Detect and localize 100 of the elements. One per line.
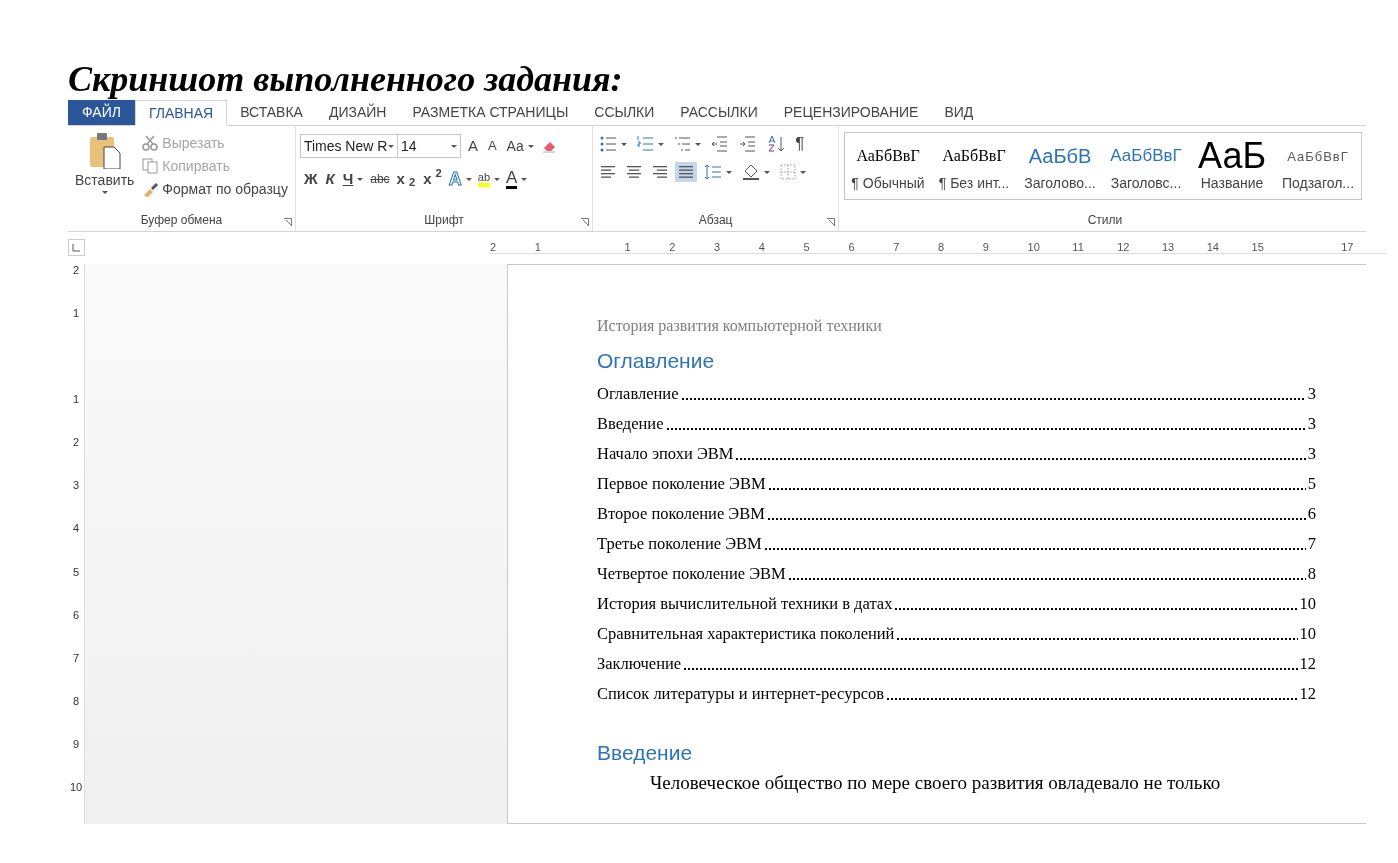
caret-icon [387, 144, 394, 148]
ruler-number: 10 [69, 780, 83, 793]
paste-button[interactable]: Вставить [72, 130, 138, 213]
show-formatting-button[interactable]: ¶ [792, 134, 808, 154]
font-name-field[interactable]: Times New R [299, 134, 398, 158]
ruler-number: 10 [1027, 240, 1041, 253]
dialog-launcher-icon[interactable] [283, 218, 292, 226]
ruler-number: 3 [72, 479, 80, 492]
toc-entry-title[interactable]: Второе поколение ЭВМ [597, 499, 765, 529]
toc-page-number: 10 [1299, 593, 1316, 615]
ribbon-tab[interactable]: РЕЦЕНЗИРОВАНИЕ [770, 100, 932, 125]
toc-entry-title[interactable]: Первое поколение ЭВМ [597, 469, 766, 499]
ruler-number: 17 [1341, 240, 1355, 253]
toc-entry-title[interactable]: Начало эпохи ЭВМ [597, 439, 734, 469]
align-right-icon [652, 163, 669, 181]
style-preview: АаБбВвГ [1287, 149, 1349, 164]
toc-page-number: 12 [1299, 683, 1316, 705]
style-preview: АаБ [1197, 139, 1267, 173]
ruler-number: 4 [72, 522, 80, 535]
ruler-number: 1 [72, 393, 80, 406]
ribbon-tab[interactable]: ГЛАВНАЯ [134, 100, 228, 126]
style-item[interactable]: АаБбВвГ ¶ Без инт... [931, 133, 1017, 199]
style-item[interactable]: АаБбВ Заголово... [1017, 133, 1103, 199]
caret-icon [101, 191, 108, 194]
toc-entry-title[interactable]: Сравнительная характеристика поколений [597, 619, 895, 649]
underline-button[interactable]: Ч [338, 168, 368, 190]
ruler-number: 9 [72, 737, 80, 750]
bullets-icon [600, 135, 618, 153]
superscript-button[interactable]: x$^{2}$ [419, 168, 446, 190]
toc-heading: Оглавление [597, 348, 716, 374]
ribbon-tab[interactable]: ВИД [931, 100, 987, 125]
caret-icon [521, 177, 528, 181]
painter-button[interactable]: Формат по образцу [139, 179, 291, 199]
align-justify-icon [678, 163, 695, 181]
toc-entry-title[interactable]: Список литературы и интернет-ресурсов [597, 679, 885, 709]
toc-entry-title[interactable]: Третье поколение ЭВМ [597, 529, 762, 559]
ruler-number: 11 [1072, 240, 1085, 253]
bold-button[interactable]: Ж [299, 168, 322, 190]
strikethrough-button[interactable]: abc [367, 169, 393, 189]
group-label: Шрифт [423, 212, 465, 229]
align-justify-button[interactable] [675, 162, 698, 182]
ruler-number: 14 [1206, 240, 1220, 253]
style-preview: АаБбВ [1028, 145, 1092, 167]
align-left-icon [600, 163, 617, 181]
increase-indent-icon [739, 135, 758, 153]
ribbon-tab[interactable]: ФАЙЛ [68, 100, 135, 125]
toc-entry-title[interactable]: Оглавление [597, 379, 679, 409]
italic-button[interactable]: К [321, 168, 339, 190]
dialog-launcher-icon[interactable] [827, 218, 835, 226]
style-item[interactable]: АаБбВвГ Подзагол... [1275, 133, 1361, 199]
section-heading: Введение [597, 740, 694, 766]
change-case-button[interactable]: Aa [503, 136, 537, 156]
paint-bucket-icon [742, 163, 761, 181]
style-item[interactable]: АаБбВвГ ¶ Обычный [845, 133, 931, 199]
ribbon-tab[interactable]: ВСТАВКА [227, 100, 316, 125]
toc-page-number: 8 [1307, 563, 1316, 585]
toc-entry-title[interactable]: Заключение [597, 649, 682, 679]
decrease-indent-icon [711, 135, 730, 153]
subscript-button[interactable]: x$_{2}$ [392, 168, 420, 190]
highlight-button[interactable]: ab [474, 170, 504, 188]
clipboard-icon [87, 131, 122, 169]
toc-page-number: 5 [1307, 473, 1316, 495]
dialog-launcher-icon[interactable] [581, 218, 590, 226]
ruler-number: 3 [714, 240, 722, 253]
ribbon-tab[interactable]: РАССЫЛКИ [667, 100, 771, 125]
ribbon-tab[interactable]: ССЫЛКИ [581, 100, 668, 125]
group-label: Буфер обмена [139, 212, 224, 229]
ruler-number: 1 [72, 307, 80, 320]
ruler-number: 2 [72, 264, 80, 276]
ruler-number: 12 [1117, 240, 1131, 253]
ribbon-tab[interactable]: ДИЗАЙН [315, 100, 400, 125]
font-color-button[interactable]: A [503, 168, 531, 190]
toc-page-number: 3 [1307, 413, 1316, 435]
caret-icon [764, 170, 771, 174]
font-size-field[interactable]: 14 [396, 134, 461, 158]
ruler-number: 6 [848, 240, 856, 253]
toc-entry-title[interactable]: Четвертое поколение ЭВМ [597, 559, 786, 589]
style-item[interactable]: АаБбВвГ Заголовс... [1103, 133, 1189, 199]
style-preview: АаБбВвГ [856, 147, 920, 164]
text-effects-button[interactable]: A [445, 169, 475, 189]
multilevel-list-icon [674, 135, 692, 153]
borders-icon [780, 164, 797, 180]
ruler-number: 8 [72, 694, 80, 707]
shrink-font-button[interactable]: A [484, 136, 500, 156]
ruler-number: 7 [893, 240, 901, 253]
ribbon-tab[interactable]: РАЗМЕТКА СТРАНИЦЫ [399, 100, 582, 125]
toc-entry-title[interactable]: История вычислительной техники в датах [597, 589, 893, 619]
body-paragraph: Человеческое общество по мере своего развития овладевало не только [649, 771, 1222, 795]
toc-entry-title[interactable]: Введение [597, 409, 664, 439]
grow-font-button[interactable]: A [464, 136, 481, 156]
style-item[interactable]: АаБ Название [1189, 133, 1275, 199]
sort-icon [767, 135, 786, 153]
caret-icon [357, 177, 364, 181]
ruler-number: 7 [72, 651, 80, 664]
ruler-number: 4 [758, 240, 766, 253]
ruler-number: 1 [534, 240, 542, 253]
brush-icon [142, 181, 159, 197]
group-label: Стили [1086, 212, 1124, 229]
tab-selector-icon[interactable] [68, 238, 85, 256]
ruler-number: 2 [490, 240, 498, 253]
